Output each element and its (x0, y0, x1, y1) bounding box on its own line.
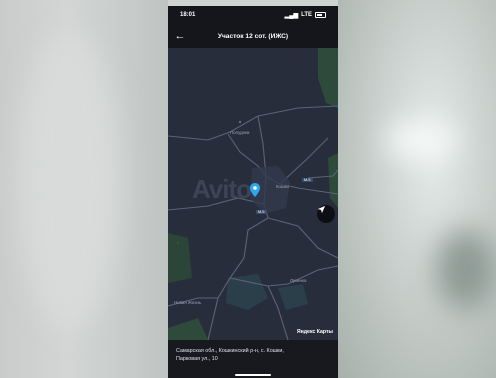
map-label-village-2: Кошки (276, 184, 289, 189)
address-line-2: Парковая ул., 10 (176, 356, 218, 362)
map-label-village-4: Лукинка (290, 278, 307, 283)
address-panel: Самарская обл., Кошкинский р-н, с. Кошки… (168, 340, 338, 378)
address-line-1: Самарская обл., Кошкинский р-н, с. Кошки… (176, 348, 284, 354)
blurred-background-left (0, 0, 168, 378)
avito-watermark: Avito (192, 174, 252, 204)
network-type: LTE (301, 12, 312, 18)
signal-icon: ▂▄▆ (284, 12, 299, 19)
status-bar: 18:01 ▂▄▆ LTE (168, 6, 338, 24)
battery-icon (315, 12, 326, 18)
road-badge: М-5 (256, 210, 267, 214)
status-time: 18:01 (180, 12, 196, 18)
road-badge: М-5 (302, 178, 313, 182)
home-indicator (235, 374, 271, 376)
map-label-village-3: Новая Жизнь (174, 300, 202, 305)
my-location-button[interactable] (317, 205, 335, 223)
map-view[interactable]: Полудник Кошки Новая Жизнь Лукинка М-5 М… (168, 48, 338, 340)
app-bar: ← Участок 12 сот. (ИЖС) (168, 24, 338, 48)
blurred-background-right (338, 0, 496, 378)
phone-screen: 18:01 ▂▄▆ LTE ← Участок 12 сот. (ИЖС) По… (168, 6, 338, 378)
arrow-left-icon[interactable]: ← (170, 24, 190, 48)
status-indicators: ▂▄▆ LTE (285, 12, 326, 19)
page-title: Участок 12 сот. (ИЖС) (217, 32, 289, 40)
map-label-village-1: Полудник (230, 130, 250, 135)
map-attribution[interactable]: Яндекс Карты (297, 329, 333, 335)
